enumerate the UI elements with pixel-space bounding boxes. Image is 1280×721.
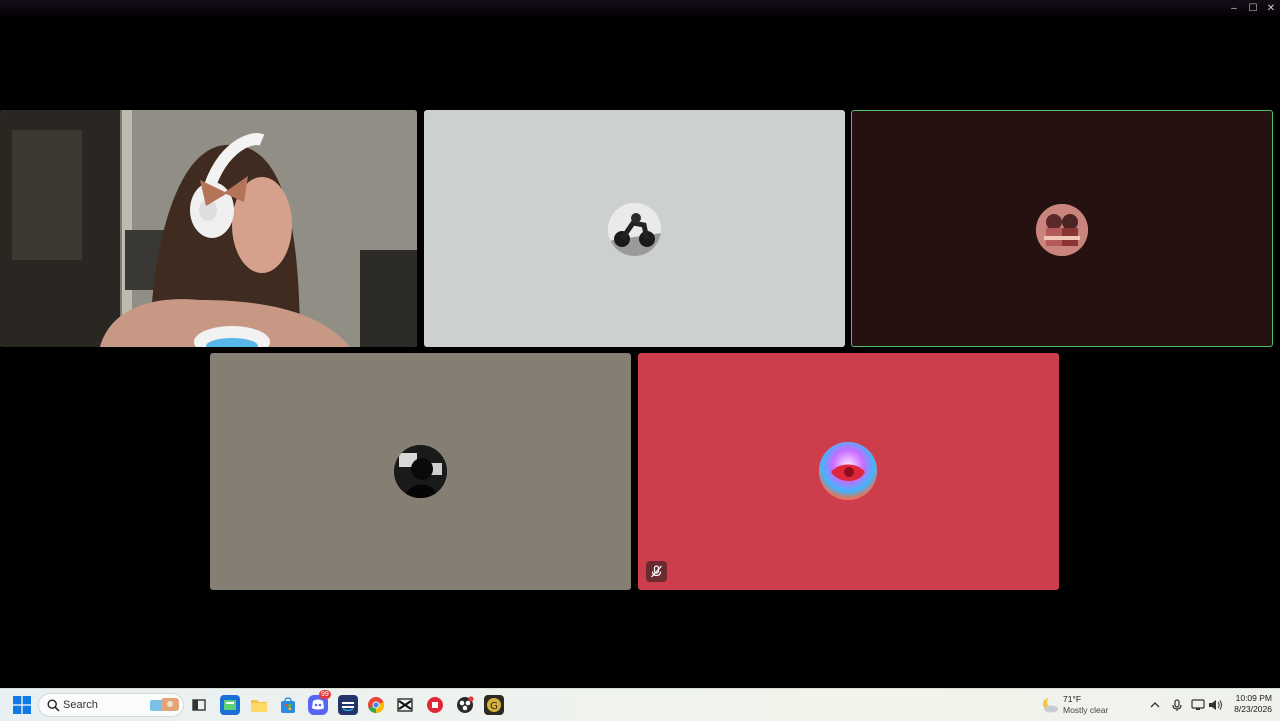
window-title-bar: – ☐ ✕ [0,0,1280,16]
clock-date: 8/23/2026 [1234,704,1272,714]
microphone-icon[interactable] [1168,696,1186,714]
self-video-tile[interactable] [0,110,417,347]
record-app-icon[interactable] [425,695,445,715]
muted-mic-icon [646,561,667,582]
windows-start-icon[interactable] [12,695,32,715]
participant-tile-2[interactable] [424,110,845,347]
microsoft-store-icon[interactable] [278,695,298,715]
clock-time: 10:09 PM [1235,693,1272,703]
clock[interactable]: 10:09 PM 8/23/2026 [1226,693,1272,717]
svg-text:G: G [490,701,498,712]
participant-tile-5[interactable] [638,353,1059,590]
obs-icon[interactable] [455,695,475,715]
participant-tile-4[interactable] [210,353,631,590]
game-app-icon[interactable]: G [484,695,504,715]
minimize-button[interactable]: – [1224,0,1244,16]
close-button[interactable]: ✕ [1261,0,1280,16]
weather-temp: 71°F [1063,694,1082,704]
widgets-icon [150,698,179,711]
news-app-icon[interactable] [220,695,240,715]
camera-feed [0,110,417,347]
chrome-icon[interactable] [366,695,386,715]
taskbar: Search 99 G 71°F Mostly clear 10:09 PM 8… [0,688,1280,721]
participant-tile-3[interactable] [851,110,1273,347]
discord-icon[interactable]: 99 [308,690,331,715]
file-explorer-icon[interactable] [249,695,269,715]
capcut-icon[interactable] [395,695,415,715]
participant-avatar [608,203,661,256]
maximize-button[interactable]: ☐ [1243,0,1263,16]
chevron-up-icon[interactable] [1146,696,1164,714]
moon-cloud-icon [1043,697,1058,713]
search-icon [47,699,60,712]
search-placeholder: Search [63,699,98,711]
participant-avatar [819,442,877,500]
participant-avatar [1036,204,1088,256]
participant-avatar [394,445,447,498]
task-view-icon[interactable] [189,695,209,715]
taskbar-search-box[interactable]: Search [38,693,184,717]
network-icon[interactable] [1189,696,1207,714]
weather-condition: Mostly clear [1063,705,1109,715]
amazon-music-icon[interactable] [338,695,358,715]
weather-widget[interactable]: 71°F Mostly clear [1041,694,1121,718]
discord-notification-badge: 99 [319,690,331,699]
volume-icon[interactable] [1206,696,1224,714]
